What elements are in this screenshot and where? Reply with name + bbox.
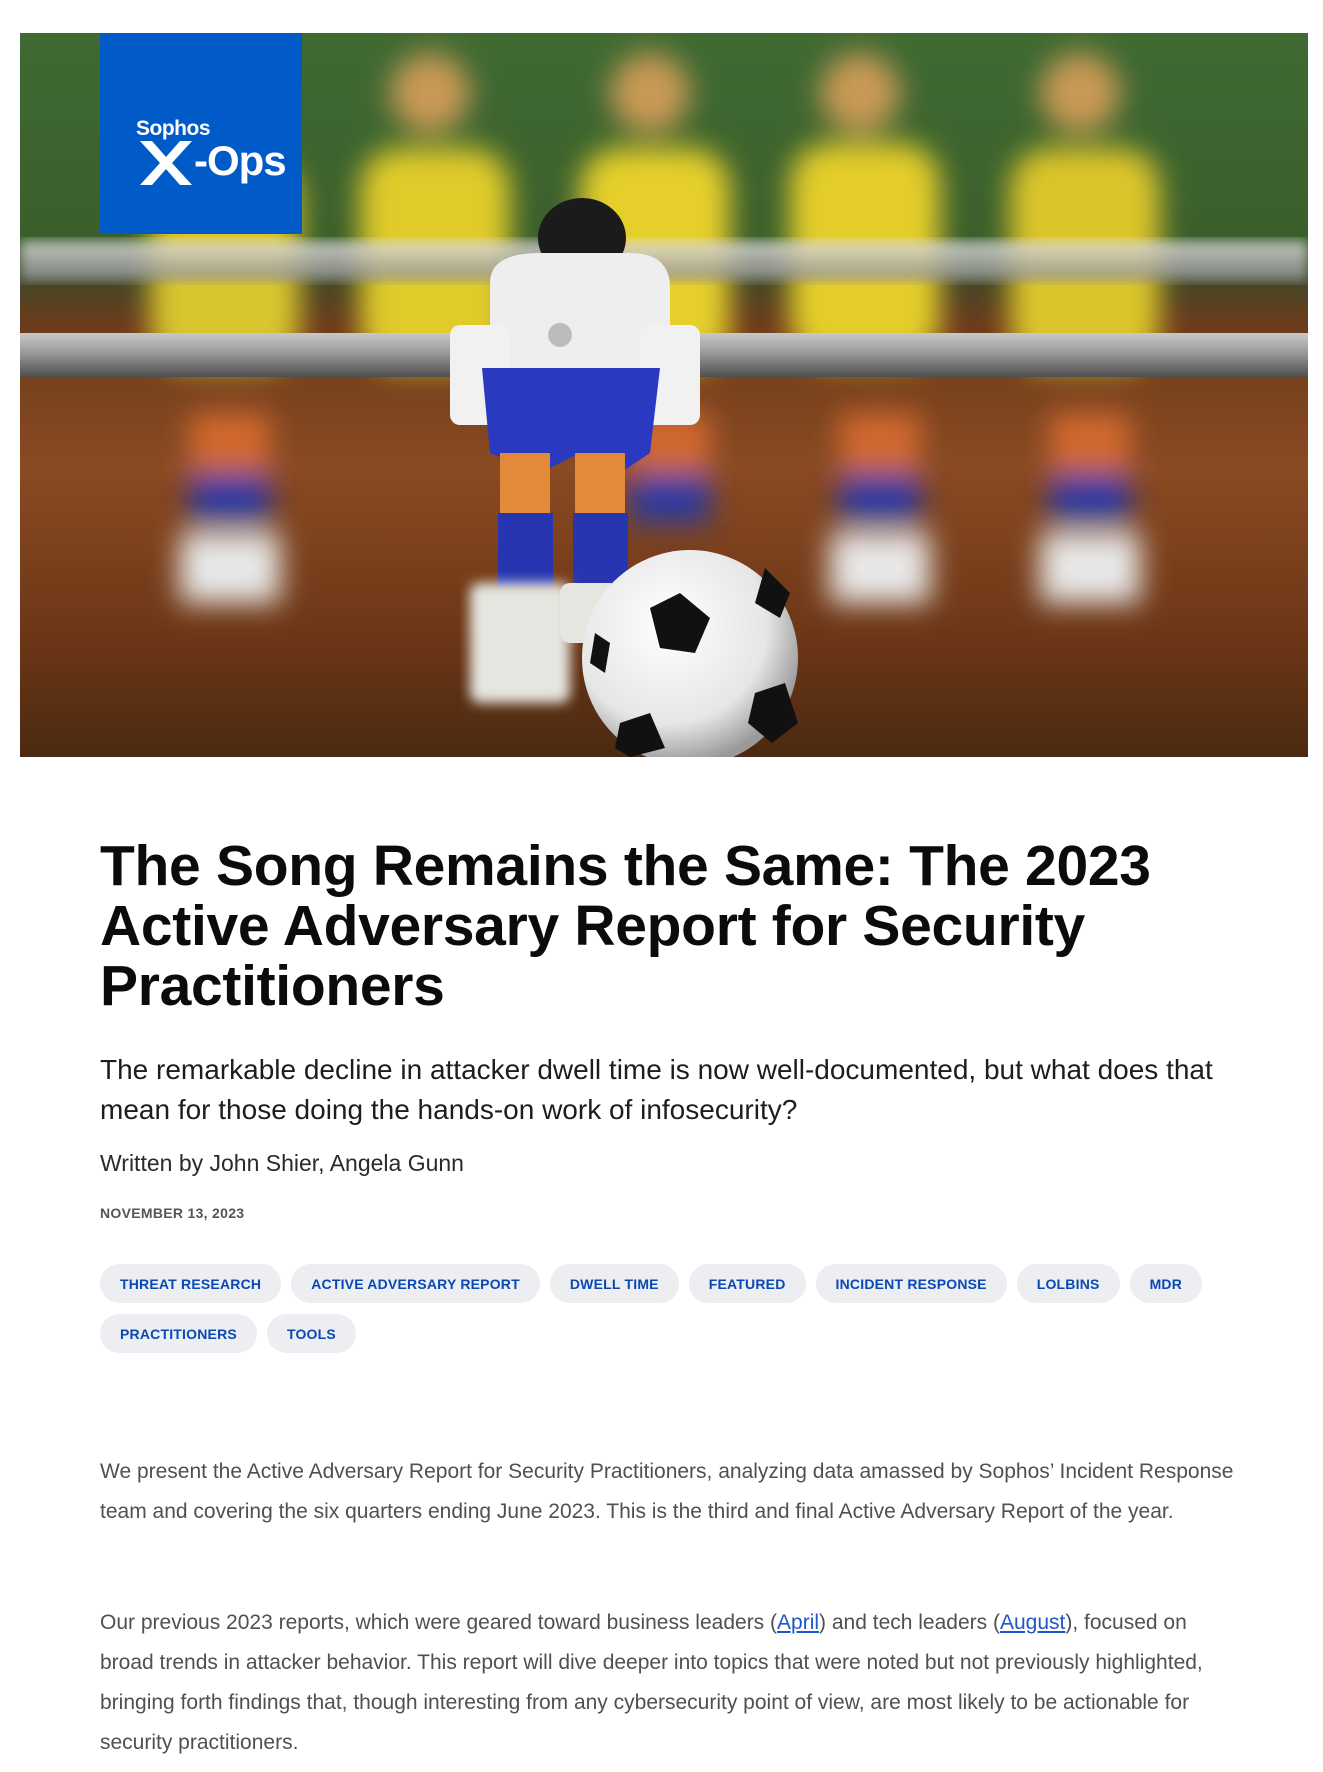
tag-threat-research[interactable]: THREAT RESEARCH	[100, 1264, 282, 1303]
article-byline: Written by John Shier, Angela Gunn	[100, 1150, 464, 1176]
article-subtitle: The remarkable decline in attacker dwell…	[100, 1054, 1213, 1125]
tag-tools[interactable]: TOOLS	[266, 1314, 356, 1353]
tag-featured[interactable]: FEATURED	[688, 1264, 806, 1303]
article-paragraph-1: We present the Active Adversary Report f…	[100, 1460, 1234, 1523]
link-april-report[interactable]: April	[777, 1611, 819, 1634]
tag-list: THREAT RESEARCH ACTIVE ADVERSARY REPORT …	[100, 1264, 1240, 1353]
tag-active-adversary-report[interactable]: ACTIVE ADVERSARY REPORT	[291, 1264, 540, 1303]
tag-mdr[interactable]: MDR	[1129, 1264, 1203, 1303]
logo-ops-text: -Ops	[194, 137, 287, 184]
tag-practitioners[interactable]: PRACTITIONERS	[100, 1314, 257, 1353]
tag-lolbins[interactable]: LOLBINS	[1016, 1264, 1120, 1303]
p2-text-middle: ) and tech leaders (	[819, 1611, 1000, 1634]
article-title: The Song Remains the Same: The 2023 Acti…	[100, 834, 1151, 1018]
tag-incident-response[interactable]: INCIDENT RESPONSE	[815, 1264, 1007, 1303]
logo-x-mark	[140, 141, 192, 185]
link-august-report[interactable]: August	[1000, 1611, 1065, 1634]
tag-dwell-time[interactable]: DWELL TIME	[549, 1264, 679, 1303]
article-paragraph-2: Our previous 2023 reports, which were ge…	[100, 1603, 1240, 1763]
sophos-xops-logo[interactable]: Sophos -Ops	[100, 33, 302, 234]
article-date: NOVEMBER 13, 2023	[100, 1205, 245, 1221]
p2-text-before: Our previous 2023 reports, which were ge…	[100, 1611, 778, 1634]
